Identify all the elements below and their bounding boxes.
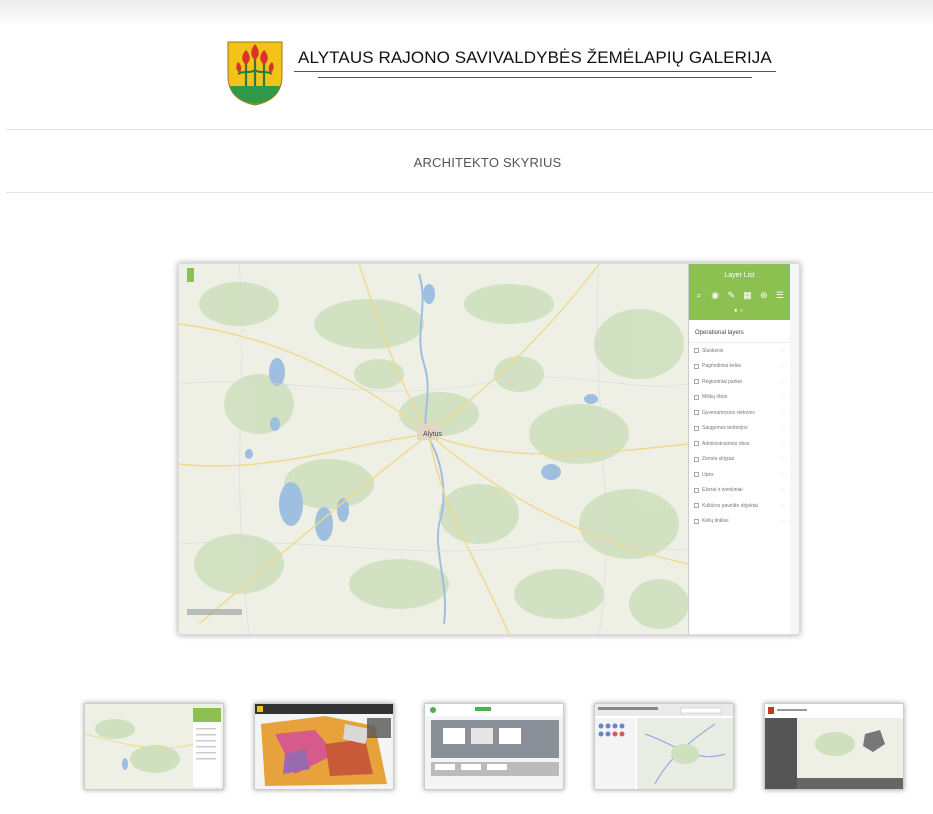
layer-checkbox[interactable]	[694, 441, 699, 447]
layers-icon[interactable]: ◉	[709, 290, 721, 301]
layer-list-panel: Layer List ⌕ ◉ ✎ ▦ ⊛ ☰ ●○ Operational la…	[688, 264, 790, 634]
panel-subtitle: Operational layers	[689, 320, 790, 343]
coat-of-arms-logo	[227, 41, 283, 106]
layer-checkbox[interactable]	[694, 425, 699, 431]
layer-label: Ežerai ir tvenkiniai	[702, 487, 743, 494]
layer-row[interactable]: Kultūros paveldo objektai ⋯	[689, 498, 790, 514]
layer-row[interactable]: Žemės sklypai ⋯	[689, 452, 790, 468]
layer-checkbox[interactable]	[694, 348, 699, 354]
title-underline	[318, 77, 752, 78]
panel-title: Layer List	[724, 272, 755, 279]
layer-label: Miškų ribos	[702, 394, 728, 401]
layer-options-icon[interactable]: ⋯	[780, 348, 785, 354]
layer-checkbox[interactable]	[694, 503, 699, 509]
divider-top	[6, 129, 933, 130]
main-map-preview[interactable]: Alytus Layer List ⌕ ◉ ✎ ▦ ⊛ ☰ ●○ Operati…	[178, 263, 800, 635]
layer-list: Sluoksnis ⋯ Pagrindiniai keliai ⋯ Regioninia…	[689, 343, 790, 529]
layer-options-icon[interactable]: ⋯	[780, 410, 785, 416]
layer-checkbox[interactable]	[694, 518, 699, 524]
layer-row[interactable]: Regioniniai parkai ⋯	[689, 374, 790, 390]
top-shade	[0, 0, 933, 28]
layer-checkbox[interactable]	[694, 410, 699, 416]
layer-options-icon[interactable]: ⋯	[780, 425, 785, 431]
layer-row[interactable]: Upės ⋯	[689, 467, 790, 483]
search-icon[interactable]: ⌕	[693, 290, 705, 301]
thumb-dashboard[interactable]	[424, 703, 564, 790]
layer-row[interactable]: Ežerai ir tvenkiniai ⋯	[689, 483, 790, 499]
layer-options-icon[interactable]: ⋯	[780, 379, 785, 385]
layer-label: Žemės sklypai	[702, 456, 734, 463]
layer-options-icon[interactable]: ⋯	[780, 518, 785, 524]
thumb-layer-list-map[interactable]	[84, 703, 224, 790]
edit-icon[interactable]: ✎	[725, 290, 737, 301]
layer-row[interactable]: Administracinės ribos ⋯	[689, 436, 790, 452]
layer-label: Administracinės ribos	[702, 440, 750, 447]
layer-options-icon[interactable]: ⋯	[780, 394, 785, 400]
layer-row[interactable]: Gyvenamosios vietovės ⋯	[689, 405, 790, 421]
layer-checkbox[interactable]	[694, 363, 699, 369]
site-title: ALYTAUS RAJONO SAVIVALDYBĖS ŽEMĖLAPIŲ GA…	[294, 48, 776, 72]
thumb-zoning-map[interactable]	[254, 703, 394, 790]
thumb-road-map-app[interactable]	[594, 703, 734, 790]
grid-icon[interactable]: ▦	[742, 290, 754, 301]
panel-toolbar: ⌕ ◉ ✎ ▦ ⊛ ☰	[693, 290, 786, 301]
section-title: ARCHITEKTO SKYRIUS	[413, 155, 562, 170]
menu-icon[interactable]: ☰	[774, 290, 786, 301]
layer-checkbox[interactable]	[694, 487, 699, 493]
layer-row[interactable]: Pagrindiniai keliai ⋯	[689, 359, 790, 375]
layer-checkbox[interactable]	[694, 394, 699, 400]
layer-row[interactable]: Kelių tinklas ⋯	[689, 514, 790, 530]
panel-scrollbar	[790, 264, 799, 634]
layer-checkbox[interactable]	[694, 472, 699, 478]
layer-options-icon[interactable]: ⋯	[780, 487, 785, 493]
layer-label: Kultūros paveldo objektai	[702, 502, 758, 509]
layer-options-icon[interactable]: ⋯	[780, 441, 785, 447]
divider-bottom	[6, 192, 933, 193]
layer-row[interactable]: Sluoksnis ⋯	[689, 343, 790, 359]
page-dots: ●○	[733, 308, 746, 314]
layer-label: Kelių tinklas	[702, 518, 729, 525]
thumbnail-strip	[84, 703, 933, 790]
layer-label: Sluoksnis	[702, 347, 724, 354]
layer-options-icon[interactable]: ⋯	[780, 472, 785, 478]
panel-header: Layer List ⌕ ◉ ✎ ▦ ⊛ ☰ ●○	[689, 264, 790, 320]
layer-checkbox[interactable]	[694, 379, 699, 385]
layer-label: Regioniniai parkai	[702, 378, 742, 385]
thumb-web-viewer[interactable]	[764, 703, 904, 790]
layer-checkbox[interactable]	[694, 456, 699, 462]
layer-label: Upės	[702, 471, 714, 478]
map-view: Alytus	[179, 264, 688, 634]
city-label: Alytus	[423, 431, 443, 438]
layer-options-icon[interactable]: ⋯	[780, 503, 785, 509]
layer-row[interactable]: Miškų ribos ⋯	[689, 390, 790, 406]
site-header: ALYTAUS RAJONO SAVIVALDYBĖS ŽEMĖLAPIŲ GA…	[226, 40, 776, 108]
layer-label: Pagrindiniai keliai	[702, 363, 741, 370]
layer-options-icon[interactable]: ⋯	[780, 456, 785, 462]
share-icon[interactable]: ⊛	[758, 290, 770, 301]
layer-label: Saugomos teritorijos	[702, 425, 748, 432]
layer-label: Gyvenamosios vietovės	[702, 409, 755, 416]
layer-options-icon[interactable]: ⋯	[780, 363, 785, 369]
layer-row[interactable]: Saugomos teritorijos ⋯	[689, 421, 790, 437]
